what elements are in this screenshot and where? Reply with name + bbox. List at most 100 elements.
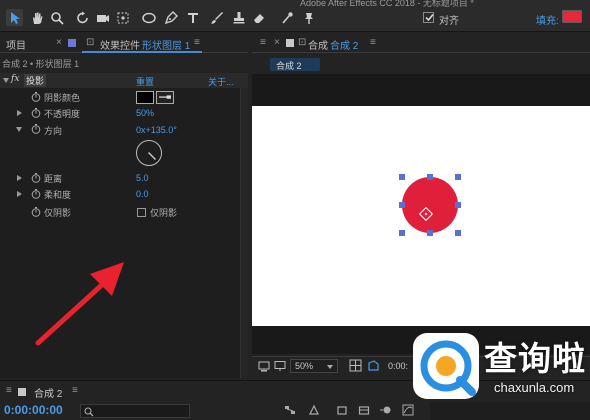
softness-value[interactable]: 0.0 <box>136 189 149 199</box>
motion-blur-icon[interactable] <box>380 404 392 416</box>
dial-needle <box>148 152 156 160</box>
hand-tool-icon[interactable] <box>28 9 45 26</box>
tab-comp-name[interactable]: 合成 2 <box>330 37 358 52</box>
eraser-tool-icon[interactable] <box>250 9 267 26</box>
stopwatch-icon[interactable] <box>31 189 41 199</box>
comp-flowchart-icon[interactable] <box>284 404 296 416</box>
bbox-handle[interactable] <box>427 174 433 180</box>
shadow-only-checkbox-label: 仅阴影 <box>150 208 178 218</box>
snap-label: 对齐 <box>439 16 459 27</box>
expand-triangle-icon[interactable] <box>17 110 22 116</box>
stopwatch-icon[interactable] <box>31 124 41 134</box>
about-link[interactable]: 关于... <box>208 75 234 88</box>
close-icon[interactable]: × <box>274 37 280 48</box>
panel-menu-icon[interactable]: ≡ <box>72 385 78 396</box>
roto-brush-tool-icon[interactable] <box>278 9 295 26</box>
tab-project[interactable]: 项目 <box>6 37 26 52</box>
text-tool-icon[interactable] <box>184 9 201 26</box>
tab-comp-prefix[interactable]: 合成 <box>308 37 328 52</box>
comp-icon <box>286 39 294 47</box>
stopwatch-icon[interactable] <box>31 92 41 102</box>
panel-scrollbar[interactable] <box>240 88 248 378</box>
selection-tool-icon[interactable] <box>6 9 23 26</box>
bbox-handle[interactable] <box>427 230 433 236</box>
camera-tool-icon[interactable] <box>94 9 111 26</box>
fill-label: 填充: <box>536 16 559 27</box>
fill-color-swatch[interactable] <box>562 10 582 23</box>
lock-icon[interactable]: ⊡ <box>298 37 306 48</box>
bbox-handle[interactable] <box>455 230 461 236</box>
search-icon <box>84 407 94 417</box>
ellipse-tool-icon[interactable] <box>140 9 157 26</box>
bbox-handle[interactable] <box>455 174 461 180</box>
panel-menu-icon[interactable]: ≡ <box>6 385 12 396</box>
tab-effect-controls[interactable]: 效果控件 <box>100 37 140 52</box>
viewer-current-time[interactable]: 0:00: <box>388 361 408 371</box>
fx-icon[interactable]: fx <box>11 74 19 84</box>
panel-menu-icon[interactable]: ≡ <box>260 37 266 48</box>
shape-layer-circle[interactable] <box>402 177 458 233</box>
direction-value[interactable]: 0x+135.0° <box>136 125 177 135</box>
pen-tool-icon[interactable] <box>162 9 179 26</box>
expand-triangle-icon[interactable] <box>3 78 9 83</box>
opacity-label: 不透明度 <box>44 109 81 119</box>
snap-checkbox[interactable] <box>423 12 434 23</box>
chevron-down-icon <box>327 365 333 369</box>
tab-effect-layer[interactable]: 形状图层 1 <box>142 37 190 52</box>
watermark-url: chaxunla.com <box>494 380 575 395</box>
direction-label: 方向 <box>44 126 63 136</box>
zoom-dropdown[interactable]: 50% <box>290 359 338 373</box>
clone-stamp-tool-icon[interactable] <box>230 9 247 26</box>
bbox-handle[interactable] <box>399 230 405 236</box>
distance-value[interactable]: 5.0 <box>136 173 149 183</box>
shadow-only-checkbox[interactable] <box>137 208 146 217</box>
zoom-tool-icon[interactable] <box>48 9 65 26</box>
shy-layers-icon[interactable] <box>336 404 348 416</box>
watermark-title: 查询啦 <box>484 339 586 378</box>
brush-tool-icon[interactable] <box>208 9 225 26</box>
toggle-grid-icon[interactable] <box>349 359 362 372</box>
panel-menu-icon[interactable]: ≡ <box>370 37 376 48</box>
monitor-icon[interactable] <box>274 360 286 372</box>
draft-3d-icon[interactable] <box>308 404 320 416</box>
panel-menu-icon[interactable]: ≡ <box>194 37 200 48</box>
rotate-tool-icon[interactable] <box>74 9 91 26</box>
shadow-color-swatch[interactable] <box>136 91 154 104</box>
stopwatch-icon[interactable] <box>31 173 41 183</box>
active-tab-indicator <box>82 51 202 53</box>
stopwatch-icon[interactable] <box>31 108 41 118</box>
bbox-handle[interactable] <box>455 202 461 208</box>
puppet-pin-tool-icon[interactable] <box>300 9 317 26</box>
eyedropper-icon <box>159 95 171 99</box>
window-title: Adobe After Effects CC 2018 - 无标题项目 * <box>300 0 474 8</box>
opacity-value[interactable]: 50% <box>136 108 154 118</box>
collapse-triangle-icon[interactable] <box>16 127 22 132</box>
watermark-logo <box>413 333 479 399</box>
timeline-tab[interactable]: 合成 2 <box>34 385 62 400</box>
timeline-search-input[interactable] <box>80 404 190 418</box>
pan-behind-tool-icon[interactable] <box>114 9 131 26</box>
effect-name: 投影 <box>24 74 47 87</box>
mask-visibility-icon[interactable] <box>367 359 380 372</box>
comp-panel-tabs: ≡ × ⊡ 合成 合成 2 ≡ <box>252 33 590 53</box>
watermark: 查询啦 chaxunla.com <box>410 330 590 406</box>
close-icon[interactable]: × <box>56 37 62 48</box>
timeline-timecode[interactable]: 0:00:00:00 <box>4 403 63 417</box>
effect-panel-icon <box>68 39 76 47</box>
stopwatch-icon[interactable] <box>31 207 41 217</box>
breadcrumb-label: 合成 2 <box>276 61 302 71</box>
eyedropper-button[interactable] <box>156 91 174 104</box>
always-preview-icon[interactable] <box>258 360 270 372</box>
direction-dial[interactable] <box>136 140 162 166</box>
zoom-value: 50% <box>295 361 314 371</box>
reset-link[interactable]: 重置 <box>136 75 154 88</box>
bbox-handle[interactable] <box>399 202 405 208</box>
expand-triangle-icon[interactable] <box>17 175 22 181</box>
expand-triangle-icon[interactable] <box>17 191 22 197</box>
comp-icon <box>18 388 26 396</box>
bbox-handle[interactable] <box>399 174 405 180</box>
lock-icon[interactable]: ⊡ <box>86 37 94 48</box>
frame-blending-icon[interactable] <box>358 404 370 416</box>
comp-breadcrumb[interactable]: 合成 2 <box>270 58 320 71</box>
shadow-color-label: 阴影颜色 <box>44 93 81 103</box>
